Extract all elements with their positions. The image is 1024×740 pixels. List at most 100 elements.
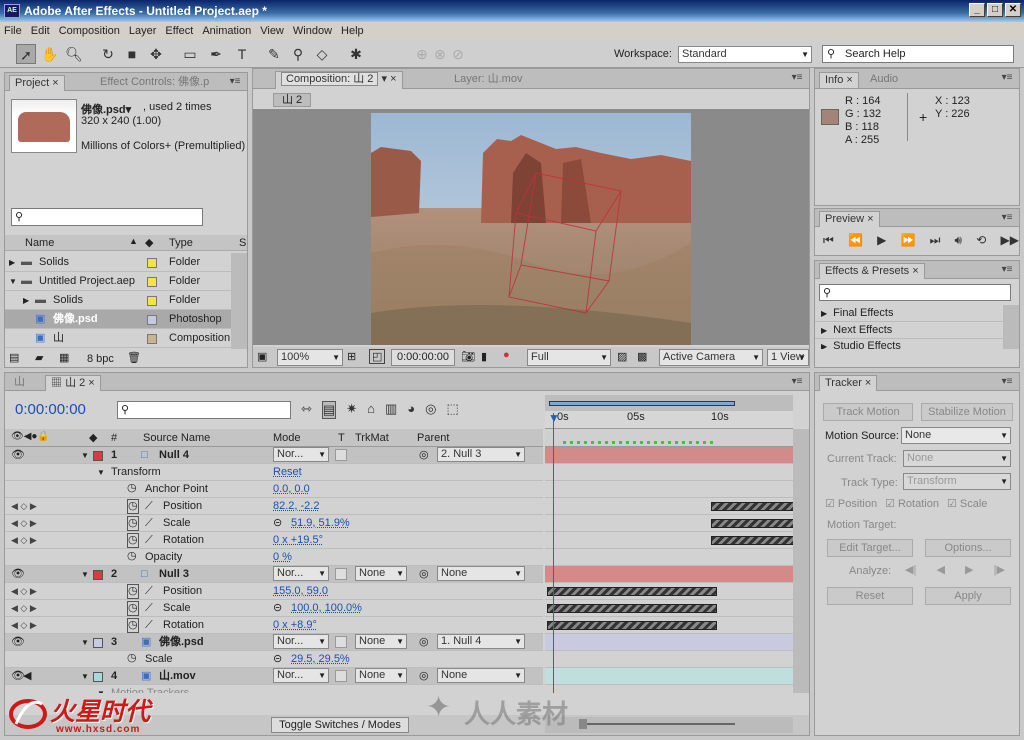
position-checkbox[interactable]: ☑ Position [825,497,877,510]
effects-scrollbar[interactable] [1003,305,1019,349]
track-row[interactable] [545,464,793,481]
pen-tool-icon[interactable]: ✒ [206,44,226,64]
panel-menu-icon[interactable]: ▾≡ [789,71,805,84]
label-color-swatch[interactable] [147,277,157,287]
project-scrollbar[interactable] [231,253,247,349]
layer-name[interactable]: Null 3 [159,566,189,583]
parent-select[interactable]: 2. Null 3 [437,447,525,462]
expand-arrow-icon[interactable]: ▼ [81,566,89,583]
tab-audio[interactable]: Audio [865,72,903,88]
comp-mini-flowchart-icon[interactable]: ⇿ [301,401,312,419]
visibility-eye-icon[interactable]: 👁︎ [11,566,25,583]
effects-item[interactable]: ▶ Final Effects [815,305,1003,322]
work-area-bar[interactable] [545,395,793,411]
label-color-swatch[interactable] [147,258,157,268]
close-button[interactable]: ✕ [1005,3,1021,17]
new-comp-icon[interactable]: ▦ [59,351,69,364]
layer-mode-select[interactable]: Nor... [273,447,329,462]
graph-icon[interactable]: ⟋ [145,600,153,617]
time-graph[interactable] [545,447,793,693]
audio-icon[interactable]: ◀ [23,668,31,685]
region-of-interest-icon[interactable]: ◰ [369,349,386,364]
track-row[interactable] [545,481,793,498]
property-row[interactable]: ◀ ◇ ▶ ◷ ⟋ Scale ⊝ 100.0, 100.0% [5,600,543,617]
tab-info[interactable]: Info × [819,72,859,88]
col-mode[interactable]: Mode [273,432,301,444]
property-row[interactable]: ◀ ◇ ▶ ◷ ⟋ Position 155.0, 59.0 [5,583,543,600]
visibility-eye-icon[interactable]: 👁︎ [11,634,25,651]
property-value[interactable]: 155.0, 59.0 [273,583,328,600]
next-frame-icon[interactable]: ⏩ [900,233,915,248]
label-color-swatch[interactable] [147,334,157,344]
keyframe-nav-icon[interactable]: ◀ ◇ ▶ [11,583,37,600]
panel-menu-icon[interactable]: ▾≡ [999,211,1015,224]
project-row[interactable]: ▼ ▬ Untitled Project.aep Folder [5,272,231,291]
parent-select[interactable]: None [437,566,525,581]
label-color-swatch[interactable] [147,315,157,325]
brainstorm-icon[interactable]: ◎ [425,401,436,419]
motion-source-select[interactable]: None [901,427,1011,444]
layer-row[interactable]: 👁︎◀▼4▣山.movNor...None◎None [5,668,543,685]
keyframe-bar[interactable] [711,536,793,545]
tab-effects-presets[interactable]: Effects & Presets × [819,263,925,279]
track-type-select[interactable]: Transform [903,473,1011,490]
edit-target-button[interactable]: Edit Target... [827,539,913,557]
audio-icon[interactable]: 🔊︎ [955,233,963,248]
stopwatch-icon[interactable]: ◷ [127,584,139,599]
keyframe-nav-icon[interactable]: ◀ ◇ ▶ [11,617,37,634]
current-time-indicator[interactable] [553,413,554,693]
property-value[interactable]: Reset [273,464,302,481]
always-preview-icon[interactable]: ▣ [257,350,267,363]
camera-select[interactable]: Active Camera [659,349,763,366]
apply-button[interactable]: Apply [925,587,1011,605]
visibility-eye-icon[interactable]: 👁︎ [11,447,25,464]
label-color-swatch[interactable] [147,296,157,306]
expand-arrow-icon[interactable]: ▼ [97,464,105,481]
layer-mode-select[interactable]: Nor... [273,566,329,581]
loop-icon[interactable]: ⟲ [976,233,986,248]
rectangle-tool-icon[interactable]: ▭ [180,44,200,64]
menu-view[interactable]: View [260,25,284,37]
track-row[interactable] [545,566,793,583]
resolution-select[interactable]: Full [527,349,611,366]
project-row[interactable]: ▣ 佛像.psd Photoshop [5,310,231,329]
stopwatch-icon[interactable]: ◷ [127,499,139,514]
panel-menu-icon[interactable]: ▾≡ [227,75,243,88]
graph-icon[interactable]: ⟋ [145,617,153,634]
ram-preview-icon[interactable]: ▶▶ [1000,233,1018,248]
menu-effect[interactable]: Effect [165,25,193,37]
graph-icon[interactable]: ⟋ [145,532,153,549]
project-row[interactable]: ▶ ▬ Solids Folder [5,253,231,272]
col-name[interactable]: Name [25,237,54,249]
constrain-link-icon[interactable]: ⊝ [273,651,282,668]
region-icon[interactable]: ▩ [637,350,647,363]
keyframe-nav-icon[interactable]: ◀ ◇ ▶ [11,515,37,532]
expand-arrow-icon[interactable]: ▼ [81,447,89,464]
track-row[interactable] [545,651,793,668]
play-icon[interactable]: ▶ [877,233,886,248]
zoom-tool-icon[interactable]: 🔍︎ [64,44,84,64]
tab-layer[interactable]: Layer: 山.mov [449,72,527,88]
layer-label-color[interactable] [93,672,103,682]
stopwatch-icon[interactable]: ◷ [127,533,139,548]
col-type[interactable]: Type [169,237,193,249]
tab-timeline-1[interactable]: 山 [9,375,30,391]
view-layout-select[interactable]: 1 View [767,349,809,366]
minimize-button[interactable]: _ [969,3,985,17]
trkmat-select[interactable]: None [355,668,407,683]
col-trkmat[interactable]: TrkMat [355,432,389,444]
comp-timecode[interactable]: 0:00:00:00 [391,349,455,366]
layer-name[interactable]: 山.mov [159,668,196,685]
preserve-transparency-box[interactable] [335,568,347,580]
property-row[interactable]: ◀ ◇ ▶ ◷ ⟋ Position 82.2, -2.2 [5,498,543,515]
analyze-forward-icon[interactable]: ▶ [965,563,973,576]
graph-icon[interactable]: ⟋ [145,583,153,600]
selection-tool-icon[interactable]: ➚ [16,44,36,64]
col-parent[interactable]: Parent [417,432,449,444]
analyze-back-1-icon[interactable]: ◀| [905,563,916,576]
text-tool-icon[interactable]: T [232,44,252,64]
pick-whip-icon[interactable]: ◎ [419,634,429,651]
clone-stamp-tool-icon[interactable]: ⚲ [288,44,308,64]
comp-viewer[interactable] [371,113,691,345]
layer-label-color[interactable] [93,638,103,648]
